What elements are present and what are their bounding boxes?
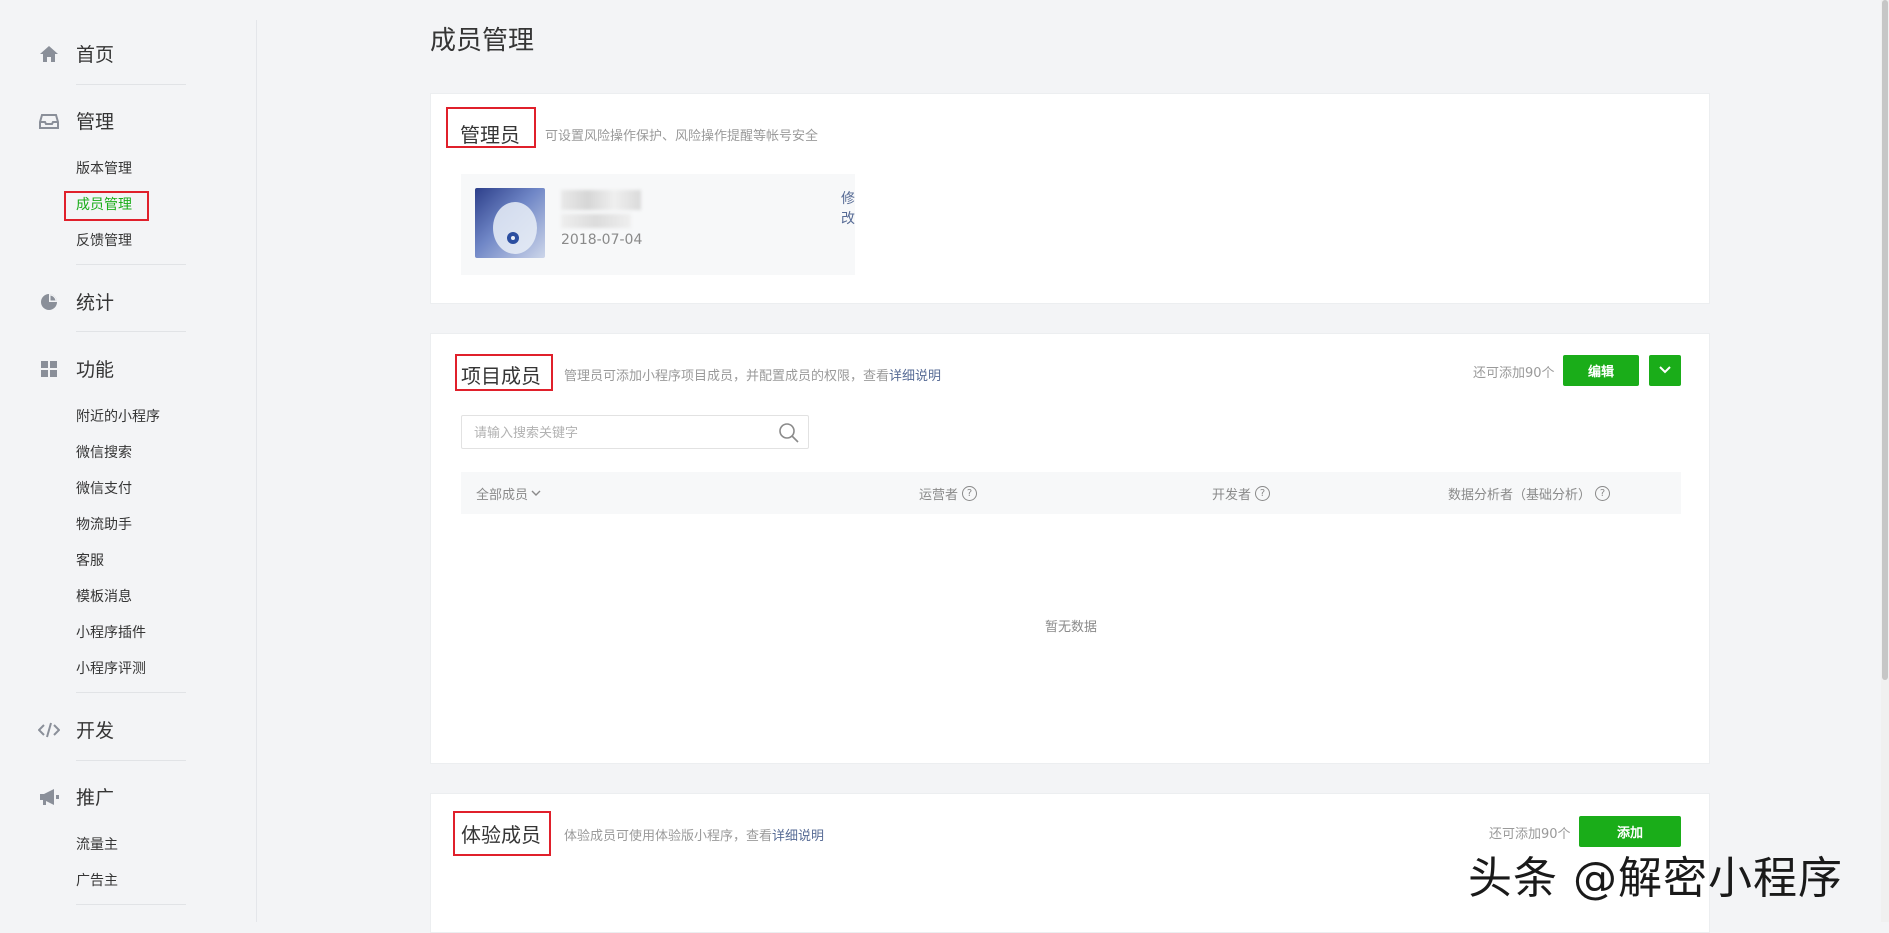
home-icon <box>38 43 60 65</box>
sidebar-item-template-message[interactable]: 模板消息 <box>76 586 132 606</box>
sidebar-item-wechat-search[interactable]: 微信搜索 <box>76 442 132 462</box>
watermark: 头条 @解密小程序 <box>1468 853 1843 904</box>
project-members-card: 项目成员 管理员可添加小程序项目成员，并配置成员的权限，查看详细说明 还可添加9… <box>430 333 1710 764</box>
divider <box>76 692 186 693</box>
sidebar-item-evaluation[interactable]: 小程序评测 <box>76 658 146 678</box>
code-icon <box>38 719 60 741</box>
blurred-name <box>561 190 641 210</box>
sidebar-item-advertiser[interactable]: 广告主 <box>76 870 118 890</box>
edit-button[interactable]: 编辑 <box>1563 355 1639 386</box>
nav-features-label: 功能 <box>76 359 115 381</box>
divider <box>76 760 186 761</box>
sidebar-item-nearby[interactable]: 附近的小程序 <box>76 406 160 426</box>
inbox-icon <box>38 110 60 132</box>
search-icon[interactable] <box>778 422 800 448</box>
project-desc-text: 管理员可添加小程序项目成员，并配置成员的权限，查看 <box>564 369 890 384</box>
trial-quota: 还可添加90个 <box>1489 827 1571 842</box>
highlight-box <box>455 354 553 391</box>
nav-manage[interactable]: 管理 <box>38 107 114 134</box>
sidebar-item-version[interactable]: 版本管理 <box>76 158 132 178</box>
trial-desc: 体验成员可使用体验版小程序，查看详细说明 <box>564 825 824 844</box>
divider <box>76 331 186 332</box>
search-field[interactable] <box>461 415 809 449</box>
nav-home[interactable]: 首页 <box>38 40 114 67</box>
trial-desc-text: 体验成员可使用体验版小程序，查看 <box>564 829 773 844</box>
admin-date: 2018-07-04 <box>561 232 643 248</box>
admin-entry: 2018-07-04 修改 <box>461 174 855 275</box>
highlight-box <box>446 107 536 148</box>
admin-edit-link[interactable]: 修改 <box>841 188 855 228</box>
project-quota: 还可添加90个 <box>1473 366 1555 381</box>
grid-icon <box>38 358 60 380</box>
nav-features[interactable]: 功能 <box>38 355 114 382</box>
nav-dev[interactable]: 开发 <box>38 716 114 743</box>
sidebar-item-traffic-owner[interactable]: 流量主 <box>76 834 118 854</box>
nav-promo[interactable]: 推广 <box>38 783 114 810</box>
nav-dev-label: 开发 <box>76 720 115 742</box>
help-icon[interactable]: ? <box>1255 486 1271 501</box>
column-analyst: 数据分析者（基础分析） ? <box>1448 484 1611 503</box>
nav-stats[interactable]: 统计 <box>38 288 114 315</box>
help-icon[interactable]: ? <box>1595 486 1611 501</box>
sidebar-item-logistics[interactable]: 物流助手 <box>76 514 132 534</box>
column-operator: 运营者 ? <box>919 484 978 503</box>
page-title: 成员管理 <box>430 26 535 56</box>
column-developer-label: 开发者 <box>1212 488 1252 503</box>
column-developer: 开发者 ? <box>1212 484 1271 503</box>
nav-promo-label: 推广 <box>76 787 115 809</box>
sidebar-item-wechat-pay[interactable]: 微信支付 <box>76 478 132 498</box>
avatar <box>475 188 545 258</box>
megaphone-icon <box>38 786 60 808</box>
column-analyst-label: 数据分析者（基础分析） <box>1448 488 1592 503</box>
help-icon[interactable]: ? <box>962 486 978 501</box>
highlight-box <box>64 191 149 221</box>
members-table-header: 全部成员 运营者 ? 开发者 ? 数据分析者（基础分析） ? <box>461 472 1681 514</box>
divider <box>76 84 186 85</box>
blurred-id <box>561 214 631 228</box>
pie-chart-icon <box>38 291 60 313</box>
trial-detail-link[interactable]: 详细说明 <box>772 829 824 844</box>
admin-desc: 可设置风险操作保护、风险操作提醒等帐号安全 <box>545 129 819 144</box>
nav-home-label: 首页 <box>76 44 115 66</box>
nav-manage-label: 管理 <box>76 111 115 133</box>
sidebar-item-plugin[interactable]: 小程序插件 <box>76 622 146 642</box>
scrollbar-thumb[interactable] <box>1882 0 1888 680</box>
column-operator-label: 运营者 <box>919 488 959 503</box>
more-dropdown-button[interactable] <box>1649 355 1681 386</box>
chevron-down-icon <box>531 486 541 501</box>
project-detail-link[interactable]: 详细说明 <box>889 369 941 384</box>
divider <box>76 904 186 905</box>
chevron-down-icon <box>1659 363 1671 378</box>
sidebar-border <box>256 20 257 922</box>
nav-stats-label: 统计 <box>76 292 115 314</box>
project-desc: 管理员可添加小程序项目成员，并配置成员的权限，查看详细说明 <box>564 365 941 384</box>
filter-all-members[interactable]: 全部成员 <box>476 484 541 503</box>
search-input[interactable] <box>472 423 766 443</box>
divider <box>76 264 186 265</box>
sidebar-item-feedback[interactable]: 反馈管理 <box>76 230 132 250</box>
sidebar: 首页 管理 版本管理 成员管理 反馈管理 统计 功能 附近的小程序 微信搜索 微… <box>0 0 256 922</box>
filter-all-members-label: 全部成员 <box>476 488 529 503</box>
highlight-box <box>453 811 551 856</box>
admin-card: 管理员 可设置风险操作保护、风险操作提醒等帐号安全 2018-07-04 修改 <box>430 93 1710 304</box>
scrollbar[interactable] <box>1881 0 1889 922</box>
sidebar-item-customer-service[interactable]: 客服 <box>76 550 104 570</box>
empty-state: 暂无数据 <box>1044 620 1097 635</box>
